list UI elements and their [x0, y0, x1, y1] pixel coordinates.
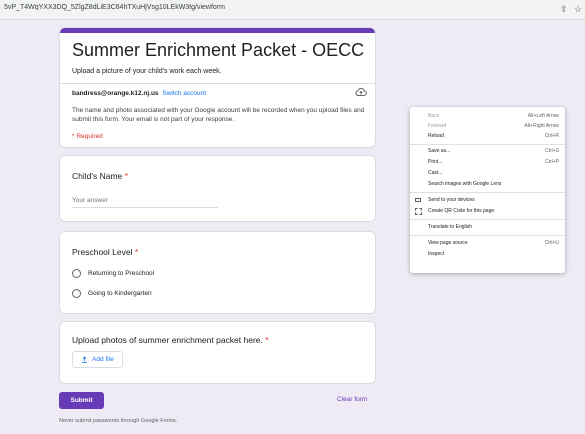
menu-label: Cast...	[428, 170, 443, 176]
menu-label: Back	[428, 113, 440, 119]
menu-separator	[410, 192, 565, 193]
menu-item-back[interactable]: Back Alt+Left Arrow	[410, 112, 565, 121]
question-label: Preschool Level	[72, 247, 133, 257]
required-star: *	[265, 335, 269, 345]
menu-shortcut: Alt+Right Arrow	[524, 123, 559, 129]
menu-shortcut: Ctrl+P	[544, 159, 559, 165]
account-row: bandress@orange.k12.nj.us Switch account	[72, 90, 206, 97]
childs-name-input[interactable]: Your answer	[72, 197, 218, 208]
add-file-label: Add file	[92, 356, 114, 363]
context-menu: Back Alt+Left Arrow Forward Alt+Right Ar…	[410, 107, 565, 273]
privacy-notice: The name and photo associated with your …	[72, 107, 365, 123]
url-text[interactable]: 5vP_T4WqYXX3DQ_5ZlgZ8dLiE3C64hTXuHjVsg10…	[4, 4, 225, 11]
menu-item-view-source[interactable]: View page source Ctrl+U	[410, 239, 565, 248]
menu-label: Save as...	[428, 148, 451, 154]
clear-form-link[interactable]: Clear form	[337, 396, 367, 403]
cloud-upload-icon	[355, 88, 367, 96]
menu-separator	[410, 144, 565, 145]
switch-account-link[interactable]: Switch account	[162, 90, 206, 97]
qr-code-icon	[415, 208, 422, 215]
menu-label: Reload	[428, 133, 444, 139]
menu-label: View page source	[428, 240, 468, 246]
menu-item-inspect[interactable]: Inspect	[410, 250, 565, 259]
menu-item-reload[interactable]: Reload Ctrl+R	[410, 132, 565, 141]
add-file-button[interactable]: Add file	[72, 351, 123, 368]
radio-option-kindergarten[interactable]: Going to Kindergarten	[72, 287, 152, 299]
menu-separator	[410, 219, 565, 220]
menu-label: Inspect	[428, 251, 445, 257]
menu-item-send-to-devices[interactable]: Send to your devices	[410, 196, 565, 205]
radio-button[interactable]	[72, 288, 81, 298]
radio-label: Returning to Preschool	[88, 269, 155, 277]
submit-button[interactable]: Submit	[59, 392, 104, 409]
question-childs-name: Child's Name * Your answer	[59, 155, 376, 222]
send-to-devices-icon	[415, 198, 421, 202]
menu-shortcut: Ctrl+U	[544, 240, 559, 246]
menu-shortcut: Ctrl+S	[544, 148, 559, 154]
question-title: Preschool Level *	[72, 247, 138, 257]
form-title: Summer Enrichment Packet - OECC	[72, 40, 365, 60]
form-description: Upload a picture of your child's work ea…	[72, 68, 222, 75]
form-header-card: Summer Enrichment Packet - OECC Upload a…	[59, 27, 376, 148]
menu-item-forward[interactable]: Forward Alt+Right Arrow	[410, 122, 565, 131]
menu-label: Print...	[428, 159, 443, 165]
menu-label: Forward	[428, 123, 447, 129]
question-upload-photos: Upload photos of summer enrichment packe…	[59, 321, 376, 384]
required-note: * Required	[72, 133, 103, 140]
menu-item-qr-code[interactable]: Create QR Code for this page	[410, 207, 565, 216]
radio-button[interactable]	[72, 268, 81, 278]
upload-icon	[82, 356, 87, 363]
accent-stripe	[60, 28, 375, 33]
question-label: Child's Name	[72, 171, 123, 181]
menu-item-google-lens[interactable]: Search images with Google Lens	[410, 180, 565, 189]
menu-label: Create QR Code for this page	[428, 208, 495, 214]
divider	[60, 83, 375, 84]
question-title: Child's Name *	[72, 171, 128, 181]
required-star: *	[124, 171, 128, 181]
menu-label: Send to your devices	[428, 197, 475, 203]
question-label: Upload photos of summer enrichment packe…	[72, 335, 263, 345]
menu-item-print[interactable]: Print... Ctrl+P	[410, 158, 565, 167]
question-preschool-level: Preschool Level * Returning to Preschool…	[59, 231, 376, 314]
radio-option-returning[interactable]: Returning to Preschool	[72, 267, 154, 279]
required-star: *	[134, 247, 139, 257]
question-title: Upload photos of summer enrichment packe…	[72, 335, 269, 345]
share-icon[interactable]: ⇪	[560, 3, 568, 15]
footer-note: Never submit passwords through Google Fo…	[59, 418, 178, 424]
menu-label: Search images with Google Lens	[428, 181, 502, 187]
browser-url-bar[interactable]: 5vP_T4WqYXX3DQ_5ZlgZ8dLiE3C64hTXuHjVsg10…	[0, 0, 585, 20]
menu-item-save-as[interactable]: Save as... Ctrl+S	[410, 147, 565, 156]
radio-label: Going to Kindergarten	[88, 289, 152, 297]
account-email: bandress@orange.k12.nj.us	[72, 90, 159, 97]
menu-item-cast[interactable]: Cast...	[410, 169, 565, 178]
menu-item-translate[interactable]: Translate to English	[410, 223, 565, 232]
menu-shortcut: Alt+Left Arrow	[527, 113, 559, 119]
menu-separator	[410, 235, 565, 236]
bookmark-star-icon[interactable]: ☆	[574, 3, 582, 15]
menu-shortcut: Ctrl+R	[544, 133, 559, 139]
menu-label: Translate to English	[428, 224, 473, 230]
